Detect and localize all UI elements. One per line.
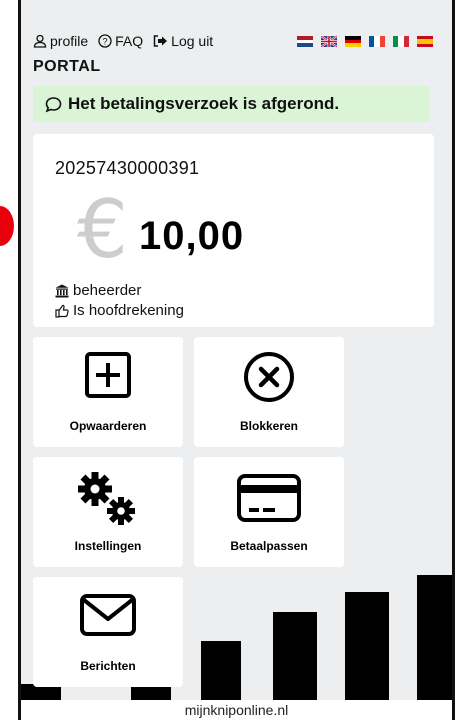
faq-link[interactable]: ? FAQ [98,33,143,49]
footer-domain[interactable]: mijnkniponline.nl [21,700,452,720]
tile-label: Blokkeren [239,419,299,433]
account-balance: 10,00 [139,214,245,258]
envelope-icon [80,594,136,636]
main-account-label: Is hoofdrekening [73,302,184,319]
x-circle-icon [244,352,294,402]
tile-label: Opwaarderen [69,419,147,433]
portal-title: PORTAL [33,58,101,75]
app-window: profile ? FAQ Log uit PORTAL Het betalin… [21,0,452,700]
flag-en-icon[interactable] [321,36,337,47]
faq-label: FAQ [115,33,144,49]
logout-label: Log uit [171,33,214,49]
flag-es-icon[interactable] [417,36,433,47]
left-margin [0,0,20,720]
tile-instellingen[interactable]: Instellingen [33,457,183,567]
flag-nl-icon[interactable] [297,36,313,48]
account-number: 20257430000391 [55,158,200,178]
role-label: beheerder [73,282,142,299]
flag-de-icon[interactable] [345,36,361,48]
union-jack-icon [321,36,337,47]
user-icon [33,34,47,48]
chat-bubble-icon [45,96,62,112]
tile-betaalpassen[interactable]: Betaalpassen [194,457,344,567]
logout-link[interactable]: Log uit [153,33,213,49]
profile-label: profile [50,33,89,49]
thumbs-up-icon [55,304,69,318]
gears-icon [78,472,135,525]
language-selector [297,36,433,48]
question-circle-icon: ? [98,34,112,48]
tile-label: Betaalpassen [230,539,308,553]
logout-icon [153,35,168,47]
tile-berichten[interactable]: Berichten [33,577,183,687]
flag-it-icon[interactable] [393,36,409,47]
role-row: beheerder [55,282,141,299]
profile-link[interactable]: profile [33,33,88,49]
bank-icon [55,284,69,297]
success-alert: Het betalingsverzoek is afgerond. [33,86,430,122]
credit-card-icon [237,474,301,522]
main-account-row: Is hoofdrekening [55,302,184,319]
plus-square-icon [85,352,131,398]
flag-fr-icon[interactable] [369,36,385,47]
right-border [452,0,455,720]
tile-opwaarderen[interactable]: Opwaarderen [33,337,183,447]
account-card: 20257430000391 € 10,00 beheerder Is hoof… [33,134,434,327]
currency-symbol: € [77,183,128,276]
tile-label: Instellingen [74,539,142,553]
top-nav: profile ? FAQ Log uit [33,33,213,49]
svg-text:?: ? [103,37,108,47]
tile-label: Berichten [80,659,136,673]
tile-blokkeren[interactable]: Blokkeren [194,337,344,447]
alert-message: Het betalingsverzoek is afgerond. [68,94,340,113]
